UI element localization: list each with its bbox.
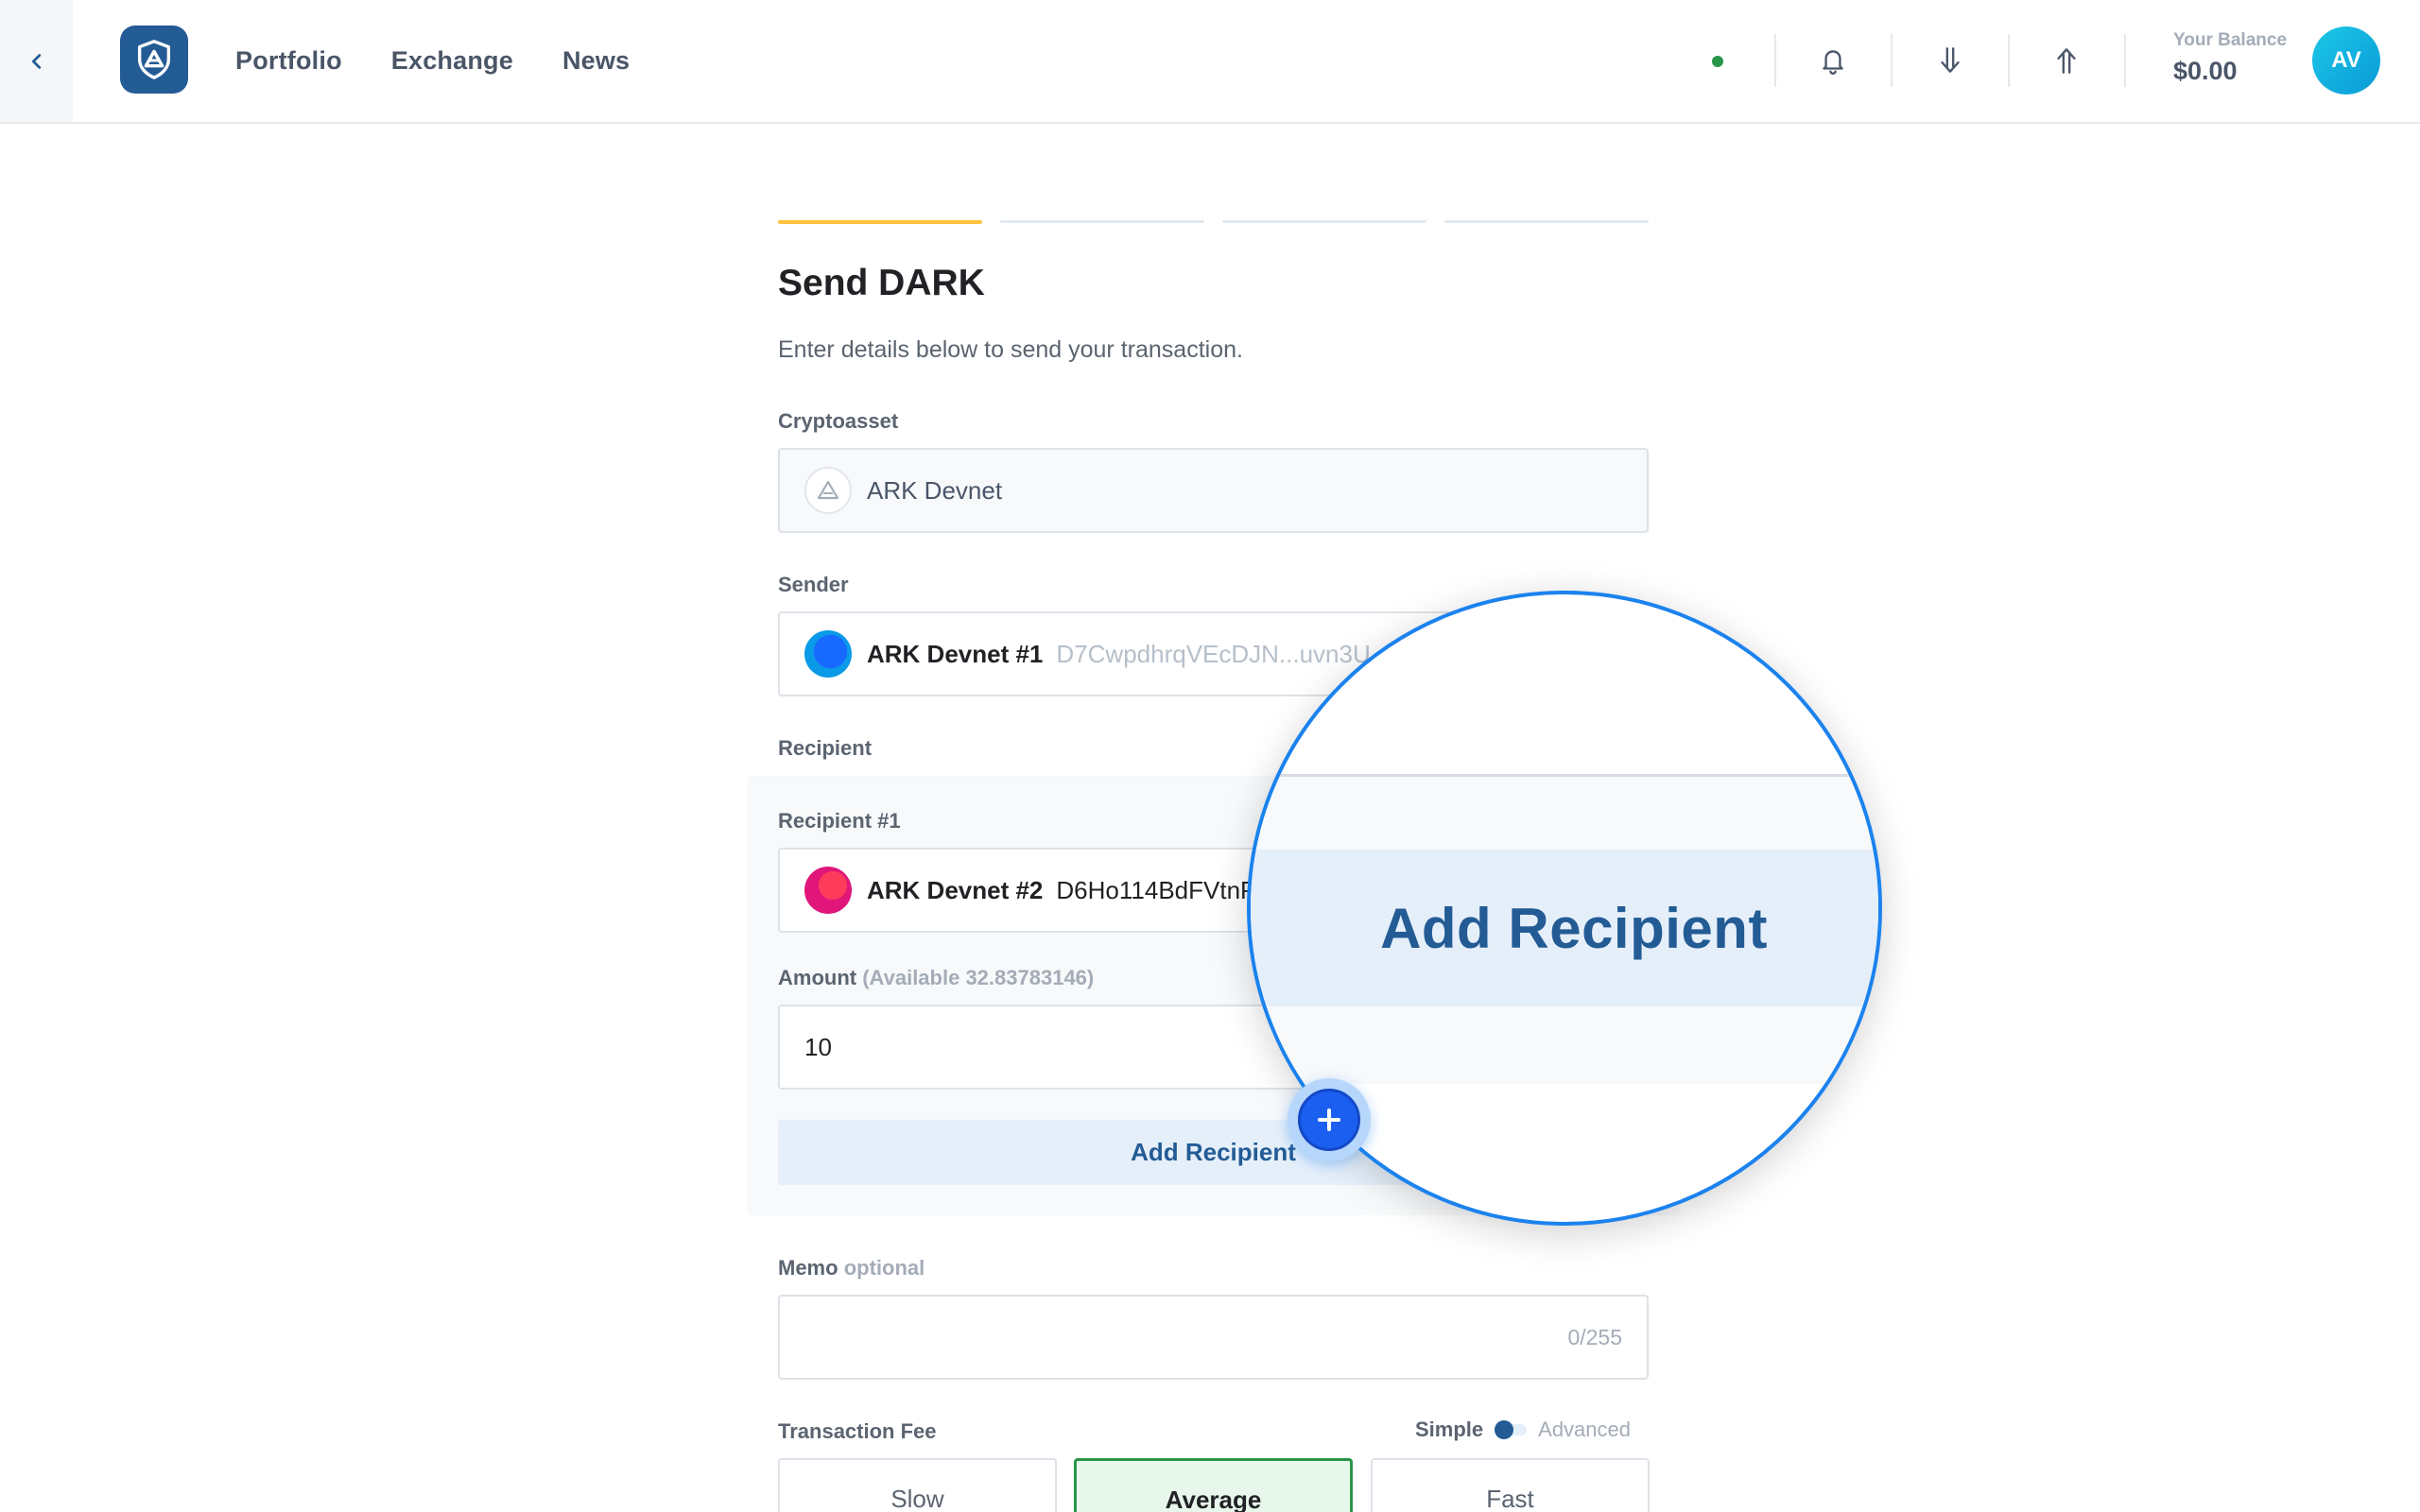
amount-value: 10 — [804, 1032, 832, 1061]
fee-mode-advanced[interactable]: Advanced — [1538, 1418, 1631, 1442]
divider — [2008, 34, 2010, 87]
recipient-wallet-address: D6Ho114BdFVtnP — [1056, 875, 1257, 904]
back-button[interactable] — [0, 0, 73, 122]
top-navigation-bar: Portfolio Exchange News Your Balance $0.… — [0, 0, 2420, 124]
divider — [1891, 34, 1893, 87]
transaction-fee-label: Transaction Fee — [778, 1419, 937, 1443]
arrow-down-receive-icon — [1941, 47, 1960, 73]
send-button[interactable] — [2044, 38, 2089, 83]
user-avatar[interactable]: AV — [2312, 26, 2380, 94]
fee-mode-simple[interactable]: Simple — [1415, 1418, 1483, 1442]
nav-news[interactable]: News — [562, 46, 630, 76]
recipient-wallet-name: ARK Devnet #2 — [867, 875, 1044, 904]
receive-button[interactable] — [1927, 38, 1973, 83]
magnified-add-recipient-button: Add Recipient — [1251, 850, 1878, 1006]
step-2 — [1000, 220, 1204, 223]
divider — [2124, 34, 2126, 87]
network-status-indicator — [1712, 56, 1723, 67]
page-subtitle: Enter details below to send your transac… — [778, 336, 1243, 363]
nav-portfolio[interactable]: Portfolio — [235, 46, 342, 76]
memo-counter: 0/255 — [1567, 1324, 1622, 1349]
ark-shield-logo-icon — [137, 40, 171, 79]
memo-label: Memo optional — [778, 1256, 925, 1280]
fee-average-button[interactable]: Average — [1074, 1458, 1353, 1512]
bell-icon — [1823, 50, 1843, 75]
memo-input[interactable]: 0/255 — [778, 1295, 1649, 1380]
memo-label-text: Memo — [778, 1256, 838, 1280]
balance-value: $0.00 — [2173, 57, 2238, 85]
memo-optional: optional — [843, 1256, 925, 1280]
cryptoasset-label: Cryptoasset — [778, 409, 899, 433]
fee-fast-button[interactable]: Fast — [1371, 1458, 1650, 1512]
app-logo[interactable] — [120, 26, 188, 94]
plus-badge-inner — [1298, 1089, 1360, 1151]
magnified-add-recipient-label: Add Recipient — [1380, 896, 1768, 960]
arrow-up-send-icon — [2057, 48, 2076, 74]
sender-wallet-address: D7CwpdhrqVEcDJN...uvn3U — [1056, 639, 1371, 668]
fee-mode-toggle-group: Simple Advanced — [1415, 1418, 1631, 1442]
stepper — [778, 220, 1649, 224]
sender-label: Sender — [778, 573, 849, 596]
amount-available: (Available 32.83783146) — [862, 966, 1095, 989]
amount-label: Amount (Available 32.83783146) — [778, 966, 1094, 990]
plus-badge — [1288, 1078, 1371, 1161]
step-4 — [1444, 220, 1649, 223]
toggle-knob — [1495, 1420, 1514, 1439]
chevron-left-icon — [31, 53, 41, 69]
plus-icon — [1318, 1108, 1340, 1131]
sender-wallet-avatar — [804, 630, 852, 678]
sender-wallet-name: ARK Devnet #1 — [867, 639, 1044, 668]
recipient-section-label: Recipient — [778, 736, 873, 760]
cryptoasset-value: ARK Devnet — [867, 475, 1003, 505]
page-title: Send DARK — [778, 263, 985, 303]
recipient-1-label: Recipient #1 — [778, 809, 901, 833]
cryptoasset-select[interactable]: ARK Devnet — [778, 448, 1649, 533]
divider — [1774, 34, 1776, 87]
step-1 — [778, 220, 982, 224]
notifications-button[interactable] — [1810, 38, 1856, 83]
main-nav: Portfolio Exchange News — [235, 0, 679, 122]
nav-exchange[interactable]: Exchange — [391, 46, 513, 76]
recipient-wallet-avatar — [804, 867, 852, 914]
balance-label: Your Balance — [2173, 30, 2288, 50]
fee-slow-button[interactable]: Slow — [778, 1458, 1057, 1512]
amount-label-text: Amount — [778, 966, 857, 989]
fee-mode-toggle[interactable] — [1495, 1420, 1528, 1439]
ark-coin-icon — [804, 467, 852, 514]
step-3 — [1222, 220, 1426, 223]
